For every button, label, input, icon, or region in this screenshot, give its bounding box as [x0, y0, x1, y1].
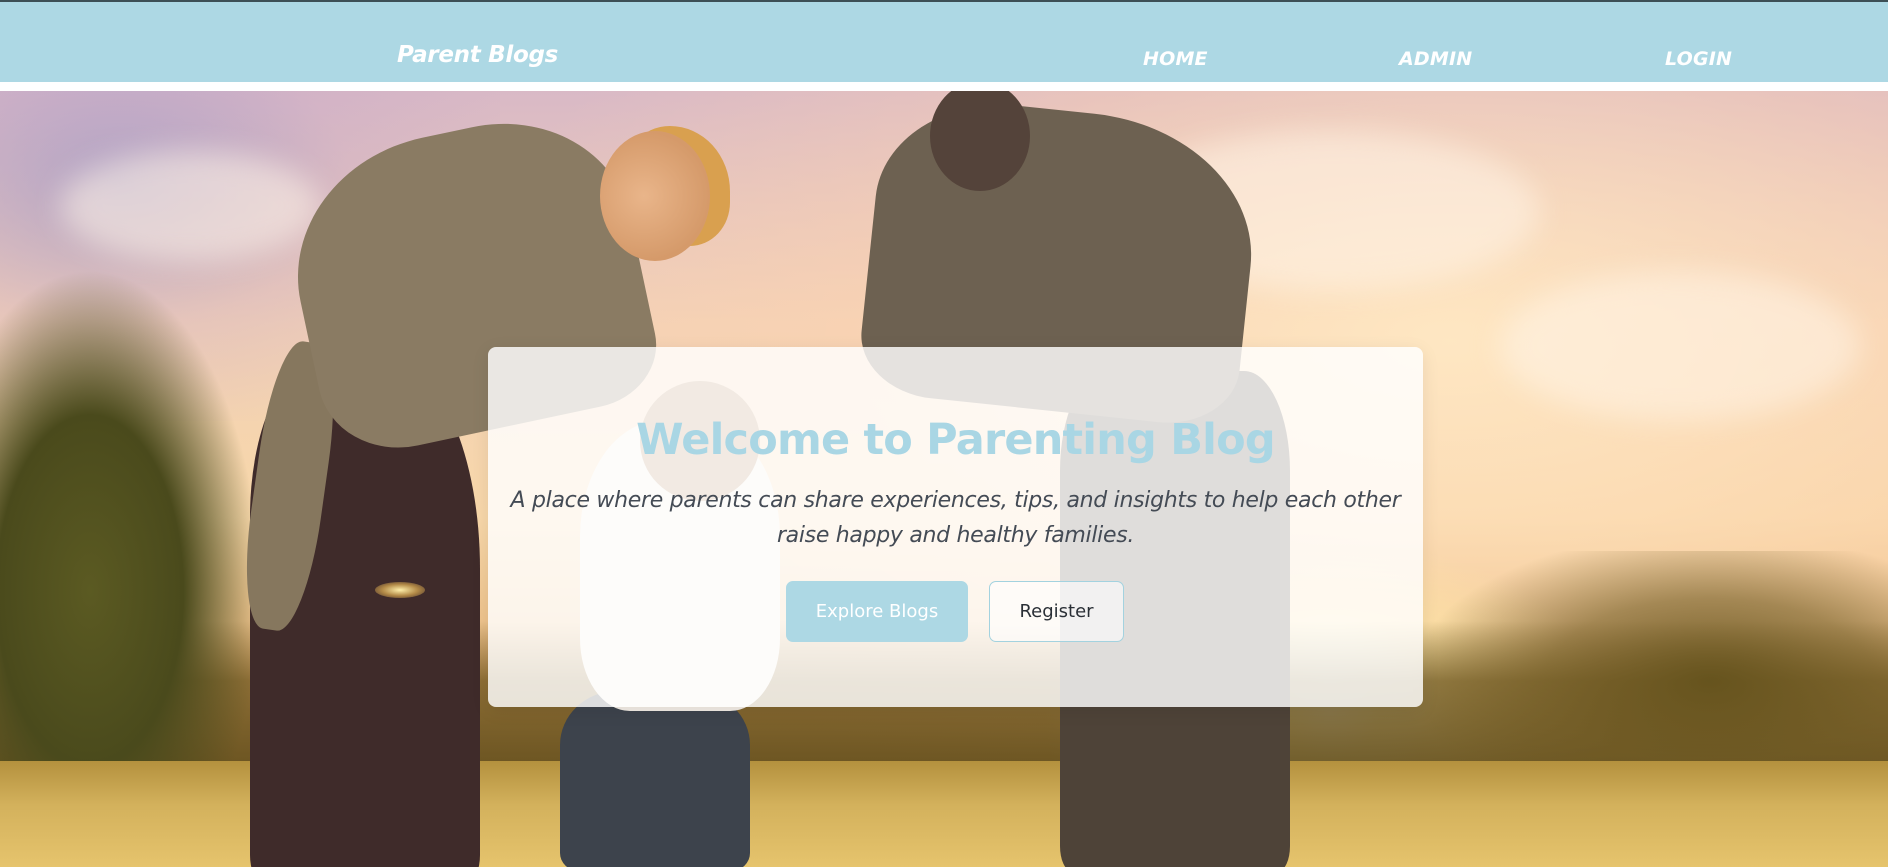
nav-link-home[interactable]: HOME	[1143, 48, 1208, 70]
explore-blogs-button[interactable]: Explore Blogs	[786, 581, 968, 642]
nav-link-login[interactable]: LOGIN	[1665, 48, 1732, 70]
nav-link-admin[interactable]: ADMIN	[1399, 48, 1472, 70]
welcome-description: A place where parents can share experien…	[510, 488, 1401, 548]
welcome-title: Welcome to Parenting Blog	[636, 415, 1276, 465]
hero-child-legs	[560, 691, 750, 867]
brand-logo[interactable]: Parent Blogs	[397, 42, 558, 68]
hero-cloud	[60, 151, 320, 261]
register-button[interactable]: Register	[989, 581, 1124, 642]
navbar: Parent Blogs HOME ADMIN LOGIN	[0, 0, 1888, 82]
hero-cloud	[1500, 271, 1860, 421]
welcome-card: Welcome to Parenting Blog A place where …	[488, 347, 1423, 707]
hero-trees-right	[1380, 551, 1888, 781]
lens-flare	[375, 582, 425, 598]
navbar-divider	[0, 82, 1888, 91]
hero-woman-head	[600, 131, 710, 261]
